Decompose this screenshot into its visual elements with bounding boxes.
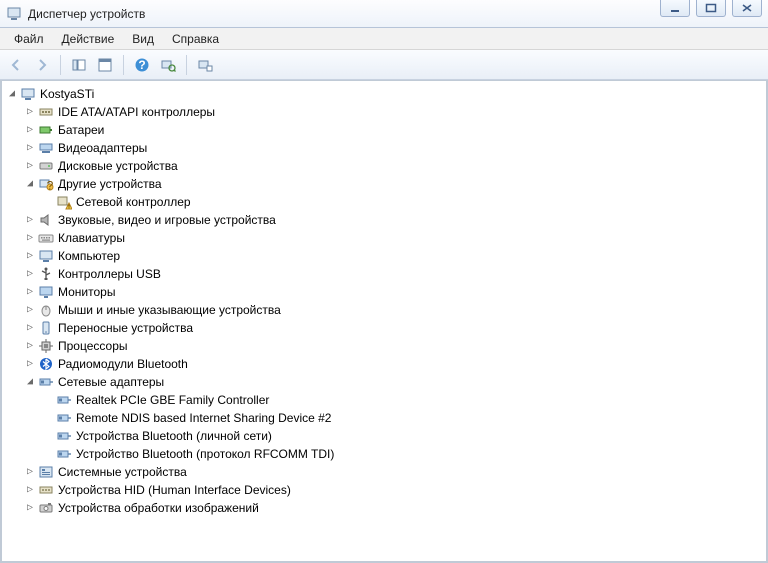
device-realtek-gbe[interactable]: ·Realtek PCIe GBE Family Controller [40, 391, 764, 409]
toolbar-separator [186, 55, 187, 75]
category-network-adapters[interactable]: ◢Сетевые адаптеры [22, 373, 764, 391]
expand-icon[interactable]: ▷ [22, 323, 38, 333]
category-imaging[interactable]: ▷Устройства обработки изображений [22, 499, 764, 517]
computer-icon [38, 248, 54, 264]
audio-icon [38, 212, 54, 228]
back-button[interactable] [4, 53, 28, 77]
menu-file[interactable]: Файл [6, 30, 52, 48]
other-devices-icon: ? [38, 176, 54, 192]
system-device-icon [38, 464, 54, 480]
scan-hardware-button[interactable] [156, 53, 180, 77]
toolbar-separator [123, 55, 124, 75]
expand-icon[interactable]: ▷ [22, 161, 38, 171]
category-batteries[interactable]: ▷Батареи [22, 121, 764, 139]
category-system[interactable]: ▷Системные устройства [22, 463, 764, 481]
svg-text:?: ? [138, 58, 145, 72]
app-icon [6, 6, 22, 22]
category-cpu[interactable]: ▷Процессоры [22, 337, 764, 355]
category-hid[interactable]: ▷Устройства HID (Human Interface Devices… [22, 481, 764, 499]
forward-button[interactable] [30, 53, 54, 77]
device-remote-ndis[interactable]: ·Remote NDIS based Internet Sharing Devi… [40, 409, 764, 427]
expand-icon[interactable]: ▷ [22, 305, 38, 315]
help-button[interactable]: ? [130, 53, 154, 77]
expand-icon[interactable]: ▷ [22, 269, 38, 279]
cpu-icon [38, 338, 54, 354]
portable-device-icon [38, 320, 54, 336]
category-audio[interactable]: ▷Звуковые, видео и игровые устройства [22, 211, 764, 229]
device-bluetooth-rfcomm[interactable]: ·Устройство Bluetooth (протокол RFCOMM T… [40, 445, 764, 463]
titlebar: Диспетчер устройств [0, 0, 768, 28]
menu-help[interactable]: Справка [164, 30, 227, 48]
expand-icon[interactable]: ▷ [22, 107, 38, 117]
expand-icon[interactable]: ▷ [22, 467, 38, 477]
tree-pane: ◢ KostyaSTi ▷IDE ATA/ATAPI контроллеры ▷… [0, 80, 768, 563]
toolbar: ? [0, 50, 768, 80]
properties-button[interactable] [93, 53, 117, 77]
display-adapter-icon [38, 140, 54, 156]
warning-device-icon [56, 194, 72, 210]
expand-icon[interactable]: ▷ [22, 503, 38, 513]
expand-icon[interactable]: ▷ [22, 341, 38, 351]
disk-icon [38, 158, 54, 174]
maximize-button[interactable] [696, 0, 726, 17]
category-ide[interactable]: ▷IDE ATA/ATAPI контроллеры [22, 103, 764, 121]
category-other[interactable]: ◢?Другие устройства [22, 175, 764, 193]
expand-icon[interactable]: ▷ [22, 485, 38, 495]
collapse-icon[interactable]: ◢ [22, 179, 38, 189]
usb-icon [38, 266, 54, 282]
network-adapter-icon [38, 374, 54, 390]
category-monitor[interactable]: ▷Мониторы [22, 283, 764, 301]
collapse-icon[interactable]: ◢ [22, 377, 38, 387]
menu-view[interactable]: Вид [124, 30, 162, 48]
device-network-controller[interactable]: ·Сетевой контроллер [40, 193, 764, 211]
expand-icon[interactable]: ▷ [22, 143, 38, 153]
bluetooth-icon [38, 356, 54, 372]
tree-root[interactable]: ◢ KostyaSTi [4, 85, 764, 103]
expand-icon[interactable]: ▷ [22, 233, 38, 243]
uninstall-button[interactable] [193, 53, 217, 77]
mouse-icon [38, 302, 54, 318]
show-hide-tree-button[interactable] [67, 53, 91, 77]
monitor-icon [38, 284, 54, 300]
expand-icon[interactable]: ▷ [22, 215, 38, 225]
window-title: Диспетчер устройств [28, 7, 762, 21]
hid-icon [38, 482, 54, 498]
category-keyboard[interactable]: ▷Клавиатуры [22, 229, 764, 247]
category-mouse[interactable]: ▷Мыши и иные указывающие устройства [22, 301, 764, 319]
toolbar-separator [60, 55, 61, 75]
expand-icon[interactable]: ▷ [22, 359, 38, 369]
battery-icon [38, 122, 54, 138]
network-adapter-icon [56, 410, 72, 426]
minimize-button[interactable] [660, 0, 690, 17]
network-adapter-icon [56, 446, 72, 462]
category-usb[interactable]: ▷Контроллеры USB [22, 265, 764, 283]
controller-icon [38, 104, 54, 120]
computer-icon [20, 86, 36, 102]
category-portable[interactable]: ▷Переносные устройства [22, 319, 764, 337]
category-bluetooth[interactable]: ▷Радиомодули Bluetooth [22, 355, 764, 373]
network-adapter-icon [56, 392, 72, 408]
collapse-icon[interactable]: ◢ [4, 89, 20, 99]
close-button[interactable] [732, 0, 762, 17]
svg-text:?: ? [47, 179, 54, 193]
network-adapter-icon [56, 428, 72, 444]
expand-icon[interactable]: ▷ [22, 287, 38, 297]
category-disk[interactable]: ▷Дисковые устройства [22, 157, 764, 175]
keyboard-icon [38, 230, 54, 246]
category-computer[interactable]: ▷Компьютер [22, 247, 764, 265]
expand-icon[interactable]: ▷ [22, 251, 38, 261]
imaging-icon [38, 500, 54, 516]
category-display[interactable]: ▷Видеоадаптеры [22, 139, 764, 157]
menubar: Файл Действие Вид Справка [0, 28, 768, 50]
menu-action[interactable]: Действие [54, 30, 123, 48]
device-bluetooth-pan[interactable]: ·Устройства Bluetooth (личной сети) [40, 427, 764, 445]
expand-icon[interactable]: ▷ [22, 125, 38, 135]
tree-root-label: KostyaSTi [40, 87, 94, 101]
